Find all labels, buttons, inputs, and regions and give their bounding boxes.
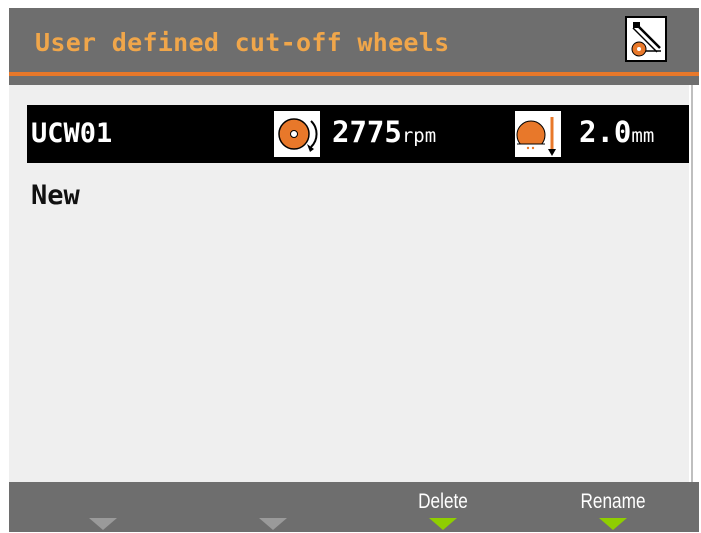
depth-value: 2.0mm <box>579 115 654 149</box>
wheel-depth-icon <box>515 111 561 157</box>
wheel-edit-icon <box>625 16 667 62</box>
page-title: User defined cut-off wheels <box>35 28 450 57</box>
softkey-2[interactable] <box>213 482 333 532</box>
speed-value: 2775rpm <box>332 115 436 149</box>
delete-softkey[interactable]: Delete <box>383 482 503 532</box>
header-divider <box>9 72 699 76</box>
speed-unit: rpm <box>401 125 437 147</box>
new-item-label: New <box>31 180 80 211</box>
rename-softkey[interactable]: Rename <box>553 482 673 532</box>
depth-number: 2.0 <box>579 115 632 149</box>
delete-arrow-icon <box>429 518 457 530</box>
rename-arrow-icon <box>599 518 627 530</box>
list-scrollbar[interactable] <box>689 85 699 482</box>
header-bar: User defined cut-off wheels <box>9 8 699 72</box>
softkey-2-arrow-icon <box>259 518 287 530</box>
softkey-1[interactable] <box>43 482 163 532</box>
device-screen: User defined cut-off wheels UCW01 2775rp… <box>9 8 699 532</box>
list-item-selected[interactable]: UCW01 2775rpm 2.0mm <box>27 105 689 163</box>
wheel-name: UCW01 <box>31 118 113 149</box>
delete-label: Delete <box>418 490 468 513</box>
list-item-new[interactable]: New <box>27 166 689 224</box>
rename-label: Rename <box>580 490 646 513</box>
softkey-1-arrow-icon <box>89 518 117 530</box>
depth-unit: mm <box>631 125 655 147</box>
softkey-bar: Delete Rename <box>9 482 699 532</box>
wheel-rotation-icon <box>274 111 320 157</box>
speed-number: 2775 <box>332 115 402 149</box>
